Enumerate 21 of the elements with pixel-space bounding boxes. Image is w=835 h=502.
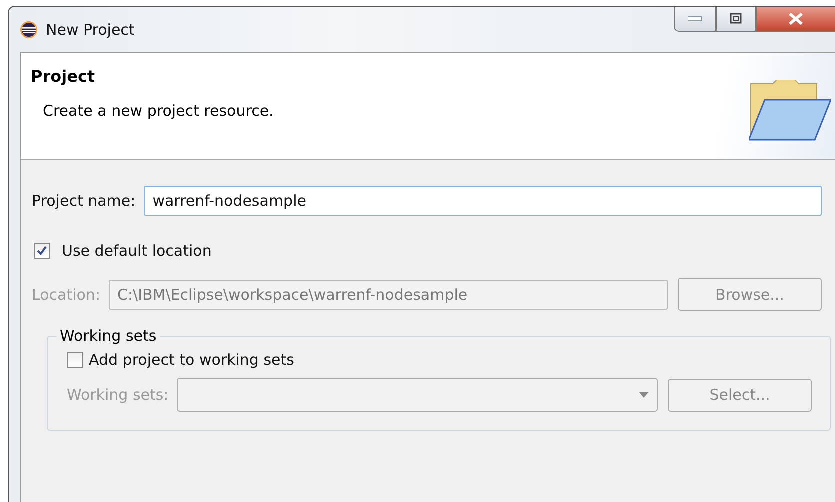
page-title: Project <box>31 67 96 86</box>
default-location-checkbox[interactable] <box>34 243 50 259</box>
group-title: Working sets <box>59 327 158 345</box>
location-label: Location: <box>32 286 100 304</box>
page-description: Create a new project resource. <box>42 102 274 120</box>
caret-icon <box>639 392 649 398</box>
default-location-label: Use default location <box>62 242 212 260</box>
project-name-field[interactable]: warrenf-nodesample <box>144 186 822 216</box>
close-button[interactable] <box>756 7 835 32</box>
working-sets-checkbox[interactable] <box>67 352 83 368</box>
folder-icon <box>749 80 831 142</box>
minimize-button[interactable] <box>674 7 716 32</box>
project-name-label: Project name: <box>32 192 136 210</box>
minimize-icon <box>688 16 702 22</box>
working-sets-label: Working sets: <box>67 386 169 404</box>
close-icon <box>788 12 804 26</box>
maximize-button[interactable] <box>716 7 756 32</box>
window-title: New Project <box>46 20 135 38</box>
app-logo-icon <box>20 20 38 38</box>
working-sets-checkbox-label: Add project to working sets <box>89 351 294 369</box>
maximize-icon <box>730 13 742 24</box>
